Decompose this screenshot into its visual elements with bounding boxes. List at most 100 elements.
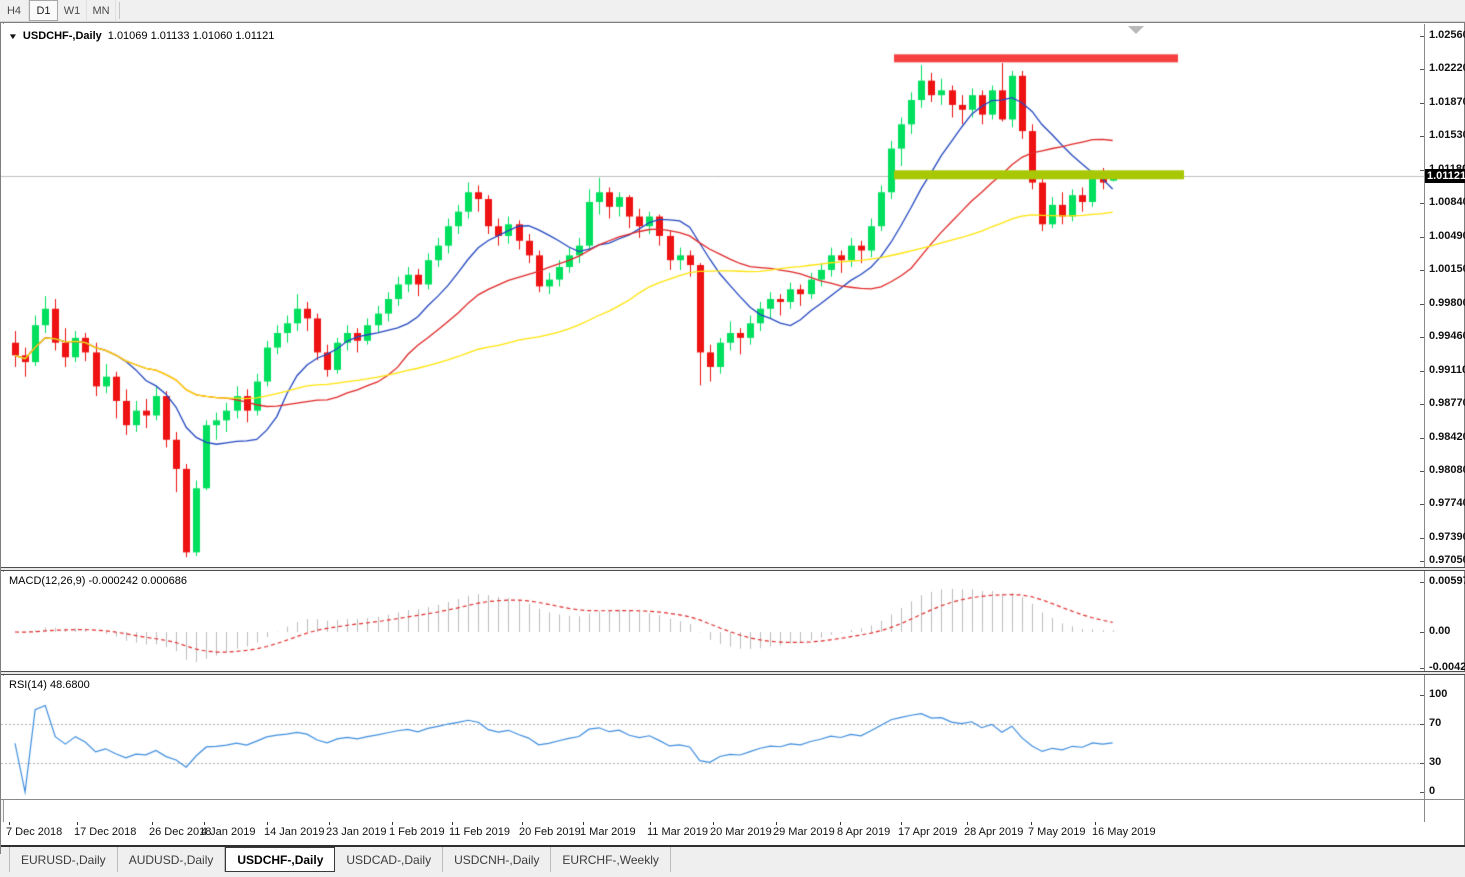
chart-window: ▼ USDCHF-,Daily 1.01069 1.01133 1.01060 … — [0, 22, 1465, 877]
macd-canvas[interactable] — [1, 572, 1424, 671]
chart-tab-usdcad[interactable]: USDCAD-,Daily — [335, 847, 444, 872]
price-tick-0.98770-tick — [1420, 404, 1424, 405]
rsi-tick-100: 100 — [1429, 688, 1448, 700]
price-axis-border — [1424, 24, 1425, 822]
price-tick-0.97740-tick — [1420, 504, 1424, 505]
date-label: 16 May 2019 — [1092, 826, 1156, 838]
price-tick-0.98080: 0.98080 — [1429, 464, 1465, 476]
rsi-tick-0-tick — [1420, 792, 1424, 793]
date-label: 1 Mar 2019 — [580, 826, 636, 838]
macd-tick-0.00597-tick — [1420, 582, 1424, 583]
chart-tab-eurchf[interactable]: EURCHF-,Weekly — [551, 847, 671, 872]
price-tick-1.02560: 1.02560 — [1429, 29, 1465, 41]
price-chart-canvas[interactable] — [1, 24, 1424, 567]
price-tick-1.01180-tick — [1420, 170, 1424, 171]
date-label: 8 Apr 2019 — [837, 826, 891, 838]
date-label: 14 Jan 2019 — [264, 826, 325, 838]
macd-tick--0.004243: -0.004243 — [1429, 661, 1465, 673]
macd-tick--0.004243-tick — [1420, 668, 1424, 669]
price-tick-0.97050: 0.97050 — [1429, 554, 1465, 566]
toolbar-separator — [119, 2, 120, 19]
date-tick — [901, 822, 902, 825]
date-axis: 7 Dec 2018 17 Dec 2018 26 Dec 2018 4 Jan 20… — [1, 822, 1424, 845]
price-tick-0.99110-tick — [1420, 371, 1424, 372]
price-tick-0.99460: 0.99460 — [1429, 330, 1465, 342]
date-tick — [9, 822, 10, 825]
price-tick-0.98770: 0.98770 — [1429, 397, 1465, 409]
chart-shift-marker-icon[interactable] — [1128, 26, 1144, 34]
rsi-tick-70-tick — [1420, 724, 1424, 725]
price-tick-0.99800: 0.99800 — [1429, 297, 1465, 309]
price-tick-0.99800-tick — [1420, 304, 1424, 305]
date-label: 29 Mar 2019 — [773, 826, 835, 838]
rsi-canvas[interactable] — [1, 676, 1424, 799]
price-tick-0.99460-tick — [1420, 337, 1424, 338]
date-label: 4 Jan 2019 — [201, 826, 256, 838]
panel-splitter-rsi[interactable] — [1, 671, 1465, 675]
rsi-tick-70: 70 — [1429, 717, 1442, 729]
main-chart-panel: ▼ USDCHF-,Daily 1.01069 1.01133 1.01060 … — [1, 24, 1424, 567]
price-tick-1.01530-tick — [1420, 136, 1424, 137]
date-label: 17 Apr 2019 — [898, 826, 958, 838]
chart-tab-usdchf[interactable]: USDCHF-,Daily — [225, 847, 336, 872]
price-tick-1.01530: 1.01530 — [1429, 129, 1465, 141]
price-tick-1.00150-tick — [1420, 270, 1424, 271]
timeframe-button-mn[interactable]: MN — [87, 0, 116, 21]
chart-symbol-label: USDCHF-,Daily — [22, 30, 102, 42]
price-tick-0.98420: 0.98420 — [1429, 431, 1465, 443]
panel-splitter-macd[interactable] — [1, 567, 1465, 571]
rsi-label: RSI(14) 48.6800 — [9, 679, 90, 691]
date-tick — [713, 822, 714, 825]
rsi-panel: RSI(14) 48.6800 — [1, 676, 1424, 799]
date-tick — [1095, 822, 1096, 825]
date-tick — [522, 822, 523, 825]
price-tick-0.98420-tick — [1420, 438, 1424, 439]
macd-panel: MACD(12,26,9) -0.000242 0.000686 — [1, 572, 1424, 671]
price-tick-0.98080-tick — [1420, 471, 1424, 472]
price-tick-1.02220-tick — [1420, 69, 1424, 70]
price-tick-0.97740: 0.97740 — [1429, 497, 1465, 509]
chart-tab-eurusd[interactable]: EURUSD-,Daily — [9, 847, 118, 872]
date-tick — [1031, 822, 1032, 825]
price-tick-0.99110: 0.99110 — [1429, 364, 1465, 376]
macd-label: MACD(12,26,9) -0.000242 0.000686 — [9, 575, 187, 587]
price-tick-1.01870-tick — [1420, 103, 1424, 104]
current-price-box: 1.01121 — [1425, 169, 1465, 183]
price-tick-1.00490-tick — [1420, 237, 1424, 238]
price-tick-1.00150: 1.00150 — [1429, 263, 1465, 275]
price-tick-1.00490: 1.00490 — [1429, 230, 1465, 242]
macd-tick-0.00597: 0.00597 — [1429, 575, 1465, 587]
chart-menu-arrow-icon[interactable]: ▼ — [8, 32, 18, 41]
chart-tab-usdcnh[interactable]: USDCNH-,Daily — [443, 847, 552, 872]
date-label: 20 Feb 2019 — [519, 826, 581, 838]
date-tick — [329, 822, 330, 825]
date-tick — [392, 822, 393, 825]
macd-tick-0.00-tick — [1420, 632, 1424, 633]
date-tick — [776, 822, 777, 825]
chart-tab-bar: EURUSD-,Daily AUDUSD-,Daily USDCHF-,Daily U… — [1, 847, 1465, 872]
date-tick — [267, 822, 268, 825]
date-label: 11 Feb 2019 — [449, 826, 510, 838]
price-tick-1.02220: 1.02220 — [1429, 62, 1465, 74]
timeframe-button-d1[interactable]: D1 — [29, 0, 58, 21]
chart-ohlc-values: 1.01069 1.01133 1.01060 1.01121 — [107, 30, 275, 42]
date-tick — [452, 822, 453, 825]
date-label: 7 Dec 2018 — [6, 826, 63, 838]
date-label: 23 Jan 2019 — [326, 826, 387, 838]
timeframe-button-h4[interactable]: H4 — [0, 0, 29, 21]
rsi-tick-0: 0 — [1429, 785, 1436, 797]
timeframe-button-w1[interactable]: W1 — [58, 0, 87, 21]
price-tick-1.00840: 1.00840 — [1429, 196, 1465, 208]
date-tick — [204, 822, 205, 825]
timeframe-toolbar: H4 D1 W1 MN — [0, 0, 1465, 22]
date-tick — [840, 822, 841, 825]
price-tick-1.00840-tick — [1420, 203, 1424, 204]
macd-tick-0.00: 0.00 — [1429, 625, 1451, 637]
date-tick — [77, 822, 78, 825]
chart-tab-audusd[interactable]: AUDUSD-,Daily — [118, 847, 226, 872]
chart-title: ▼ USDCHF-,Daily 1.01069 1.01133 1.01060 … — [8, 30, 275, 42]
rsi-tick-30-tick — [1420, 763, 1424, 764]
status-strip — [1, 872, 1465, 877]
price-tick-1.02560-tick — [1420, 36, 1424, 37]
date-tick — [583, 822, 584, 825]
